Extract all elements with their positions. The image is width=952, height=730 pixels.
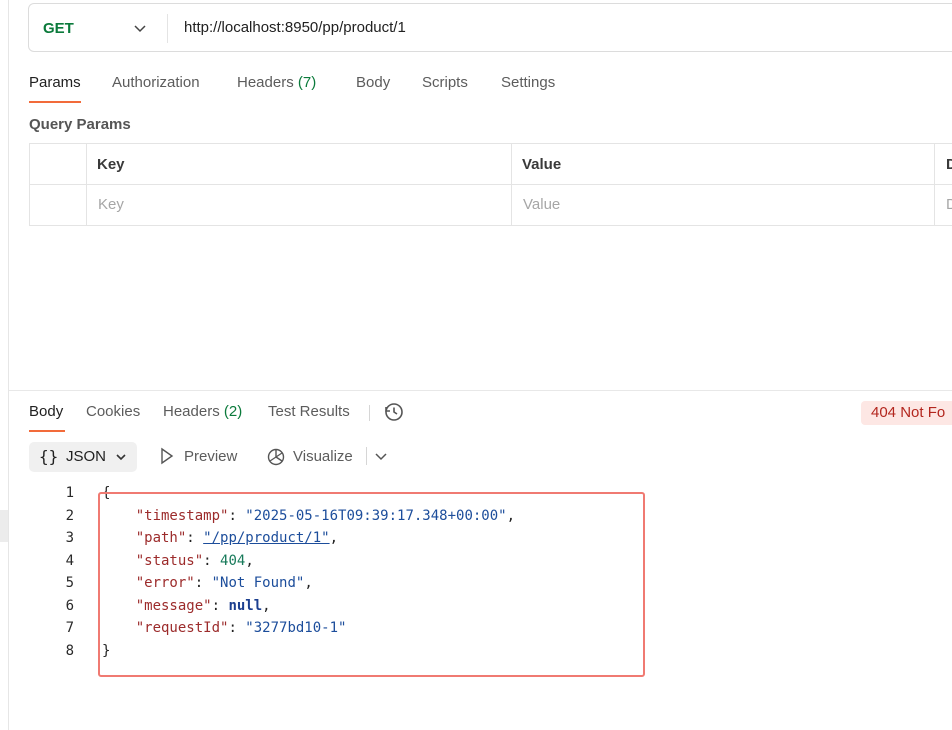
query-params-title: Query Params <box>29 116 131 133</box>
play-icon <box>161 447 174 465</box>
status-badge: 404 Not Fo <box>861 401 952 425</box>
line-number: 3 <box>65 530 74 546</box>
line-number: 1 <box>65 485 74 501</box>
active-response-tab-indicator <box>29 430 65 432</box>
history-icon[interactable] <box>383 401 405 423</box>
line-number: 7 <box>65 620 74 636</box>
method-select[interactable]: GET <box>43 20 74 37</box>
tab-body[interactable]: Body <box>356 74 390 91</box>
tab-params[interactable]: Params <box>29 74 81 91</box>
line-number: 4 <box>65 552 74 569</box>
tab-settings[interactable]: Settings <box>501 74 555 91</box>
headers-count: (7) <box>297 74 317 91</box>
description-input[interactable]: D <box>946 196 952 213</box>
response-tab-headers[interactable]: Headers (2) <box>163 403 242 420</box>
request-url-bar: GET http://localhost:8950/pp/product/1 <box>28 3 952 52</box>
preview-button[interactable]: Preview <box>184 448 237 465</box>
table-row-divider <box>30 184 952 185</box>
chevron-down-icon[interactable] <box>374 451 388 463</box>
visualize-icon <box>267 448 285 466</box>
table-col-divider <box>86 144 87 225</box>
chevron-down-icon[interactable] <box>133 21 147 35</box>
table-col-divider <box>511 144 512 225</box>
table-col-divider <box>934 144 935 225</box>
format-label: JSON <box>66 448 107 465</box>
response-headers-count: (2) <box>223 403 243 420</box>
column-header-description: D <box>946 156 952 173</box>
response-tab-body[interactable]: Body <box>29 403 63 420</box>
column-header-value: Value <box>522 156 562 173</box>
line-number: 8 <box>65 642 74 659</box>
chevron-down-icon <box>116 454 126 461</box>
line-number: 5 <box>65 575 74 591</box>
key-input[interactable]: Key <box>98 196 124 213</box>
braces-icon: {} <box>39 447 59 466</box>
url-input[interactable]: http://localhost:8950/pp/product/1 <box>184 19 406 36</box>
value-input[interactable]: Value <box>523 196 560 213</box>
highlight-annotation-box <box>98 492 645 677</box>
line-number: 6 <box>65 597 74 614</box>
active-tab-indicator <box>29 101 81 103</box>
tab-headers[interactable]: Headers (7) <box>237 74 316 91</box>
format-select[interactable]: {} JSON <box>29 442 137 472</box>
query-params-table: Key Value D Key Value D <box>29 143 952 226</box>
response-tab-cookies[interactable]: Cookies <box>86 403 140 420</box>
url-divider <box>167 14 168 43</box>
line-number: 2 <box>65 507 74 524</box>
toolbar-separator <box>366 447 367 465</box>
visualize-button[interactable]: Visualize <box>293 448 353 465</box>
column-header-key: Key <box>97 156 125 173</box>
response-tab-test-results[interactable]: Test Results <box>268 403 350 420</box>
tab-separator <box>369 405 370 421</box>
tab-scripts[interactable]: Scripts <box>422 74 468 91</box>
response-pane-divider[interactable] <box>9 390 952 391</box>
tab-authorization[interactable]: Authorization <box>112 74 200 91</box>
